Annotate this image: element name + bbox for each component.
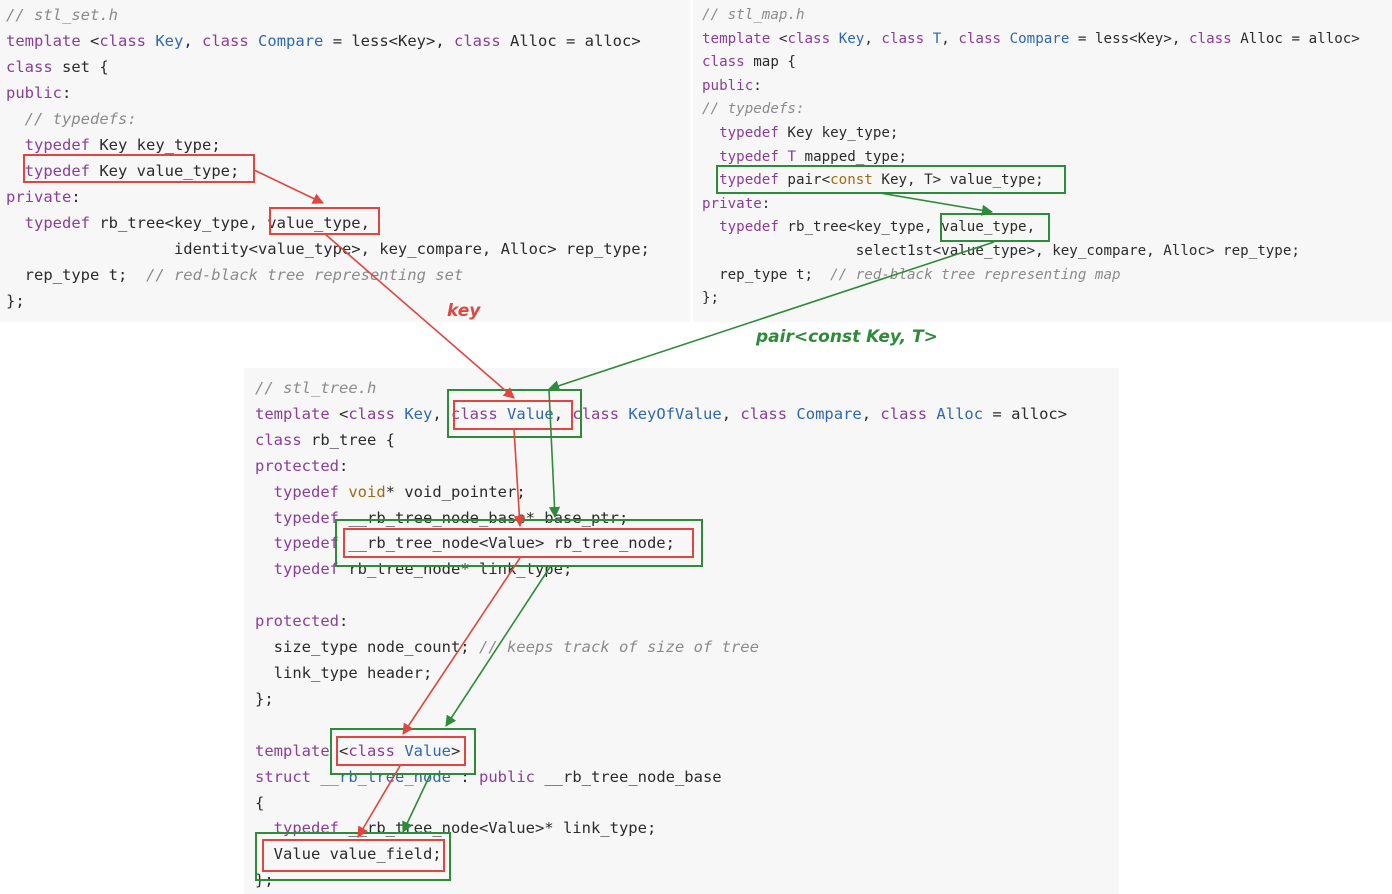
tree-class-value-red-box — [453, 400, 573, 430]
node-template-red-box — [336, 736, 466, 766]
map-arrow-value-to-node-typedef — [548, 389, 561, 519]
map-arrow-typedef-to-arg — [879, 192, 994, 216]
set-arrow-node-typedef-to-template — [402, 557, 521, 735]
map-value-type-arg-box — [940, 213, 1050, 242]
set-arrow-typedef-to-arg — [253, 169, 325, 204]
map-arrow-template-to-value-field — [402, 774, 431, 834]
value-field-red-box — [262, 839, 445, 872]
set-value-type-typedef-box — [23, 154, 255, 183]
set-value-type-arg-box — [269, 207, 380, 235]
tree-node-typedef-red-box — [343, 528, 694, 558]
node-template-green-box — [330, 728, 476, 775]
map-value-type-typedef-box — [716, 165, 1066, 194]
set-arrow-arg-to-tree-value — [324, 233, 515, 399]
map-arrow-arg-to-tree-value — [547, 241, 995, 392]
set-arrow-value-to-node-typedef — [513, 429, 525, 528]
annotation-overlay — [23, 154, 1066, 881]
set-arrow-template-to-value-field — [357, 765, 401, 838]
